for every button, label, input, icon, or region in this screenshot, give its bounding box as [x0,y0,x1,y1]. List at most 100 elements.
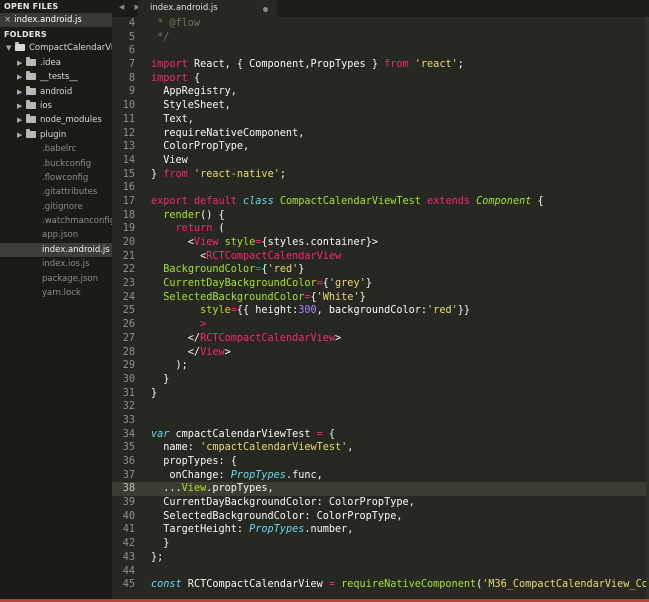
code-line[interactable]: 37 onChange: PropTypes.func, [112,469,649,483]
code-text: render() { [151,209,224,223]
folder-label: plugin [40,129,67,140]
code-token: 'White' [316,291,360,303]
code-line[interactable]: 28 </View> [112,346,649,360]
code-line[interactable]: 11 Text, [112,113,649,127]
sidebar-folder-item[interactable]: ▶ ios [0,99,112,113]
code-token: extends [427,195,470,207]
code-line[interactable]: 38 ...View.propTypes, [112,482,649,497]
code-line[interactable]: 22 BackgroundColor={'red'} [112,263,649,277]
code-line[interactable]: 27 </RCTCompactCalendarView> [112,332,649,346]
folder-label: node_modules [40,115,102,126]
chevron-down-icon[interactable]: ▼ [6,41,15,55]
sidebar-file-item[interactable]: .babelrc [0,142,112,156]
line-number: 22 [122,264,135,276]
code-token: CompactCalendarViewTest [279,195,421,207]
code-line[interactable]: 10 StyleSheet, [112,99,649,113]
sidebar-folder-item[interactable]: ▶ node_modules [0,113,112,127]
code-line[interactable]: 25 style={{ height:300, backgroundColor:… [112,304,649,318]
code-line[interactable]: 7 import React, { Component,PropTypes } f… [112,58,649,72]
code-line[interactable]: 20 <View style={styles.container}> [112,236,649,250]
code-line[interactable]: 5 */ [112,31,649,45]
chevron-right-icon[interactable]: ▶ [17,99,26,113]
line-number: 34 [122,428,135,440]
line-number: 27 [122,332,135,344]
sidebar-file-item[interactable]: app.json [0,228,112,242]
close-file-icon[interactable]: × [4,15,11,25]
code-line[interactable]: 33 [112,414,649,428]
code-line[interactable]: 32 [112,400,649,414]
code-token: import [151,59,188,71]
code-line[interactable]: 44 [112,565,649,579]
chevron-right-icon[interactable]: ▶ [17,85,26,99]
code-line[interactable]: 4 * @flow [112,17,649,31]
code-line[interactable]: 45 const RCTCompactCalendarView = require… [112,578,649,592]
code-line[interactable]: 9 AppRegistry, [112,85,649,99]
code-token: ... [151,483,182,495]
code-token: ); [151,360,188,372]
sidebar-file-item[interactable]: .buckconfig [0,157,112,171]
code-line[interactable]: 23 CurrentDayBackgroundColor={'grey'} [112,277,649,291]
code-text: export default class CompactCalendarView… [151,195,544,209]
line-number: 31 [122,387,135,399]
sidebar-file-item[interactable]: .watchmanconfig [0,214,112,228]
open-file-item[interactable]: × index.android.js [0,13,112,28]
code-line[interactable]: 42 } [112,537,649,551]
code-line[interactable]: 30 } [112,373,649,387]
code-line[interactable]: 43}; [112,551,649,565]
code-text: View [151,154,188,168]
chevron-right-icon[interactable]: ▶ [17,56,26,70]
code-token: .number, [304,524,354,536]
code-line[interactable]: 36 propTypes: { [112,455,649,469]
code-token: StyleSheet, [151,100,231,112]
code-line[interactable]: 24 SelectedBackgroundColor={'White'} [112,291,649,305]
code-editor[interactable]: 4 * @flow 5 */6 7 import React, { Component… [112,17,649,599]
sidebar-folder-item[interactable]: ▶ android [0,85,112,99]
close-tab-icon[interactable] [263,7,268,12]
line-number: 20 [122,237,135,248]
sidebar-file-item[interactable]: .gitattributes [0,185,112,199]
code-line[interactable]: 34 var cmpactCalendarViewTest = { [112,428,649,442]
line-number: 25 [122,305,135,317]
code-token: Text, [151,113,194,125]
code-line[interactable]: 16 [112,181,649,195]
line-number: 39 [122,497,135,509]
code-token: > [224,346,231,358]
code-line[interactable]: 8 import { [112,72,649,86]
folder-icon [26,128,36,138]
code-line[interactable]: 12 requireNativeComponent, [112,127,649,141]
sidebar-file-item[interactable]: yarn.lock [0,286,112,300]
code-line[interactable]: 13 ColorPropType, [112,140,649,154]
code-line[interactable]: 17 export default class CompactCalendarVi… [112,195,649,209]
code-token: from [163,168,188,180]
folder-icon [26,114,36,124]
code-line[interactable]: 35 name: 'cmpactCalendarViewTest', [112,441,649,455]
chevron-right-icon[interactable]: ▶ [17,113,26,127]
sidebar-file-item[interactable]: index.ios.js [0,257,112,271]
tab-index-android-js[interactable]: index.android.js [138,0,277,17]
code-line[interactable]: 18 render() { [112,209,649,223]
code-line[interactable]: 39 CurrentDayBackgroundColor: ColorPropT… [112,496,649,510]
code-line[interactable]: 41 TargetHeight: PropTypes.number, [112,523,649,537]
folder-root-compactcalendarview[interactable]: ▼ CompactCalendarView [0,41,112,55]
code-line[interactable]: 14 View [112,154,649,168]
code-line[interactable]: 19 return ( [112,222,649,236]
sidebar-file-item[interactable]: .flowconfig [0,171,112,185]
code-line[interactable]: 15} from 'react-native'; [112,168,649,182]
sidebar-file-item[interactable]: .gitignore [0,200,112,214]
code-line[interactable]: 21 <RCTCompactCalendarView [112,250,649,264]
folder-icon [26,71,36,81]
code-line[interactable]: 40 SelectedBackgroundColor: ColorPropTyp… [112,510,649,524]
chevron-right-icon[interactable]: ▶ [17,70,26,84]
code-line[interactable]: 31} [112,387,649,401]
sidebar-folder-item[interactable]: ▶ .idea [0,56,112,70]
sidebar-folder-item[interactable]: ▶ plugin [0,128,112,142]
sidebar-folder-item[interactable]: ▶ __tests__ [0,70,112,84]
code-line[interactable]: 26 > [112,318,649,332]
line-number: 28 [122,346,135,358]
sidebar-file-item[interactable]: package.json [0,272,112,286]
chevron-right-icon[interactable]: ▶ [17,128,26,142]
code-line[interactable]: 29 ); [112,359,649,373]
sidebar-file-item[interactable]: index.android.js [0,242,112,258]
code-line[interactable]: 6 [112,44,649,58]
